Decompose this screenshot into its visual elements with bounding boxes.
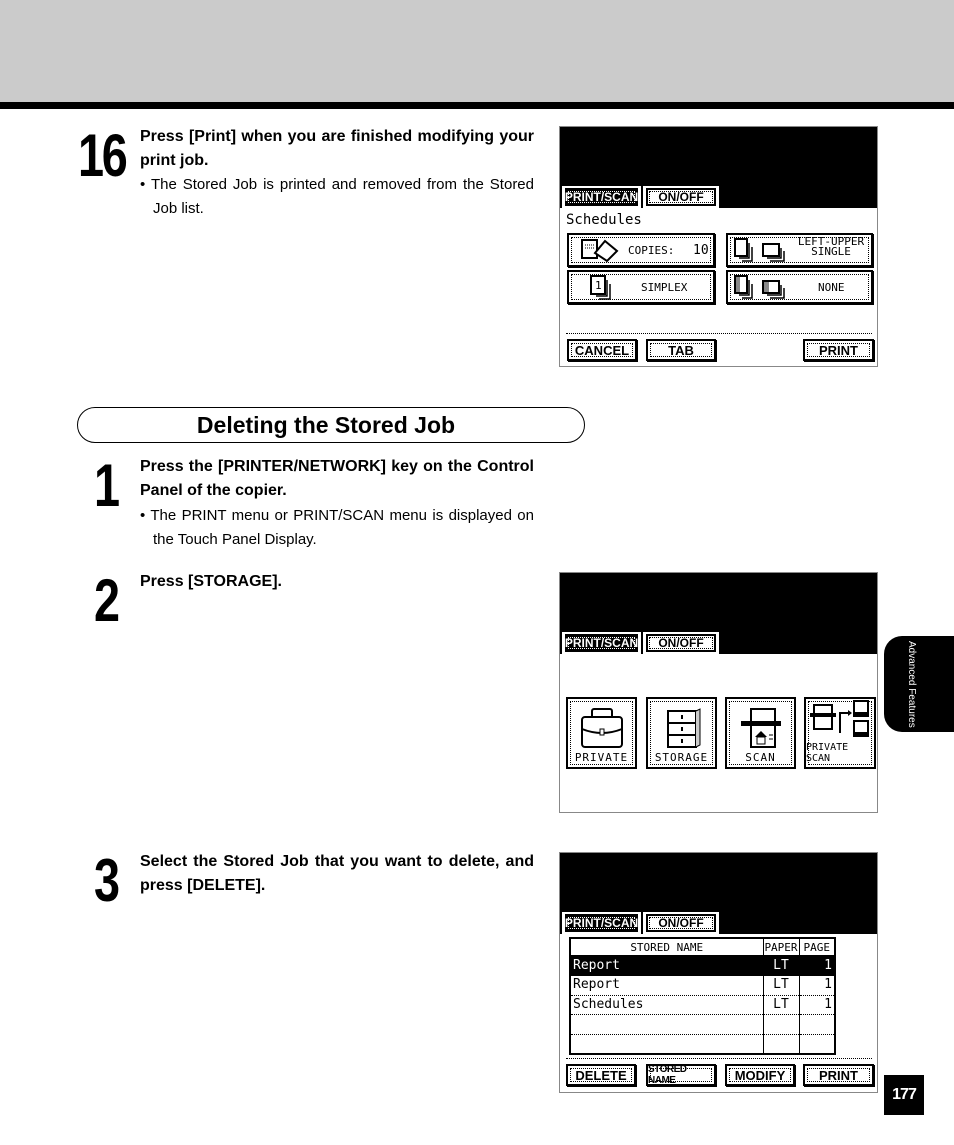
stored-job-table: STORED NAME PAPER PAGE Report LT 1 Repor…: [569, 937, 836, 1055]
table-row[interactable]: Report LT 1: [570, 956, 836, 976]
step-title: Press the [PRINTER/NETWORK] key on the C…: [140, 458, 534, 499]
briefcase-icon: [580, 708, 623, 748]
staple-label: LEFT-UPPER SINGLE: [796, 236, 866, 258]
simplex-icon: 1: [590, 275, 611, 300]
duplex-label: SIMPLEX: [641, 281, 688, 294]
copies-label: COPIES:: [628, 244, 675, 257]
table-row[interactable]: Report LT 1: [570, 975, 836, 996]
print-button[interactable]: PRINT: [803, 339, 874, 361]
job-name-cell: Report: [570, 956, 764, 976]
touch-panel-print-scan-menu: PRINT/SCAN ON/OFF PRIVATE STORAGE SCAN P…: [559, 572, 878, 813]
table-row[interactable]: [570, 1014, 836, 1035]
page-cell: 1: [799, 956, 836, 976]
step-number: 3: [94, 847, 120, 914]
svg-text:1: 1: [595, 279, 602, 292]
tab-label: PRINT/SCAN: [564, 188, 639, 206]
staple-icon: [734, 238, 785, 262]
private-button[interactable]: PRIVATE: [566, 697, 637, 769]
storage-label: STORAGE: [654, 751, 709, 764]
column-header-page: PAGE: [799, 938, 836, 957]
section-title: Deleting the Stored Job: [196, 411, 456, 438]
tab-print-scan[interactable]: PRINT/SCAN: [562, 632, 641, 654]
step-number: 1: [94, 452, 120, 519]
touch-panel-stored-jobs: PRINT/SCAN ON/OFF STORED NAME PAPER PAGE…: [559, 852, 878, 1093]
job-name: Schedules: [566, 212, 642, 228]
staple-count: SINGLE: [811, 245, 851, 258]
cabinet-icon: [666, 708, 700, 748]
step-number: 2: [94, 567, 120, 634]
copies-button[interactable]: COPIES: 10: [567, 233, 715, 267]
header-rule: [0, 102, 954, 109]
tab-print-scan[interactable]: PRINT/SCAN: [562, 186, 641, 208]
paper-cell: LT: [763, 956, 800, 976]
print-button[interactable]: PRINT: [803, 1064, 874, 1086]
step-bullet: • The PRINT menu or PRINT/SCAN menu is d…: [140, 507, 534, 548]
paper-cell: [763, 1034, 800, 1054]
scanner-icon: [740, 708, 781, 748]
chapter-tab-label: Advanced Features: [906, 641, 917, 728]
touch-panel-print-options: PRINT/SCAN ON/OFF Schedules COPIES: 10 L…: [559, 126, 878, 367]
page-cell: [799, 1014, 836, 1035]
page-cell: [799, 1034, 836, 1054]
stored-name-button[interactable]: STORED NAME: [646, 1064, 716, 1086]
page-number: 177: [884, 1075, 924, 1115]
hole-punch-label: NONE: [818, 281, 845, 294]
step-title: Select the Stored Job that you want to d…: [140, 853, 534, 894]
paper-cell: LT: [763, 975, 800, 996]
duplex-button[interactable]: 1 SIMPLEX: [567, 270, 715, 304]
step-title: Press [Print] when you are finished modi…: [140, 128, 534, 169]
private-scan-button[interactable]: PRIVATE SCAN: [804, 697, 876, 769]
scan-button[interactable]: SCAN: [725, 697, 796, 769]
private-label: PRIVATE: [574, 751, 629, 764]
divider: [566, 1058, 872, 1059]
copies-icon: [581, 239, 619, 263]
tab-on-off[interactable]: ON/OFF: [643, 912, 719, 934]
tab-on-off[interactable]: ON/OFF: [643, 632, 719, 654]
tab-label: PRINT/SCAN: [564, 634, 639, 652]
network-scan-icon: [810, 700, 869, 737]
staple-button[interactable]: LEFT-UPPER SINGLE: [726, 233, 873, 267]
job-name-cell: [570, 1014, 764, 1035]
job-name-cell: [570, 1034, 764, 1054]
tab-label: ON/OFF: [646, 188, 716, 206]
hole-punch-button[interactable]: NONE: [726, 270, 873, 304]
scan-label: SCAN: [745, 751, 776, 764]
header-band: [0, 0, 954, 102]
chapter-tab: Advanced Features: [884, 636, 954, 732]
section-heading: Deleting the Stored Job: [77, 407, 585, 443]
tab-label: ON/OFF: [646, 634, 716, 652]
page-cell: 1: [799, 995, 836, 1015]
divider: [566, 333, 872, 334]
tab-button[interactable]: TAB: [646, 339, 716, 361]
hole-punch-icon: [734, 275, 785, 299]
copies-value: 10: [693, 243, 709, 258]
tab-label: PRINT/SCAN: [564, 914, 639, 932]
job-name-cell: Schedules: [570, 995, 764, 1015]
paper-cell: [763, 1014, 800, 1035]
tab-on-off[interactable]: ON/OFF: [643, 186, 719, 208]
tab-print-scan[interactable]: PRINT/SCAN: [562, 912, 641, 934]
step-number: 16: [78, 122, 128, 189]
step-title: Press [STORAGE].: [140, 573, 282, 590]
delete-button[interactable]: DELETE: [566, 1064, 636, 1086]
storage-button[interactable]: STORAGE: [646, 697, 717, 769]
paper-cell: LT: [763, 995, 800, 1015]
job-name-cell: Report: [570, 975, 764, 996]
cancel-button[interactable]: CANCEL: [567, 339, 637, 361]
tab-label: ON/OFF: [646, 914, 716, 932]
table-row[interactable]: Schedules LT 1: [570, 995, 836, 1015]
column-header-stored-name: STORED NAME: [570, 938, 764, 957]
table-row[interactable]: [570, 1034, 836, 1054]
page-cell: 1: [799, 975, 836, 996]
step-bullet: • The Stored Job is printed and removed …: [140, 176, 534, 217]
modify-button[interactable]: MODIFY: [725, 1064, 795, 1086]
private-scan-label: PRIVATE SCAN: [806, 742, 849, 764]
column-header-paper: PAPER: [763, 938, 800, 957]
